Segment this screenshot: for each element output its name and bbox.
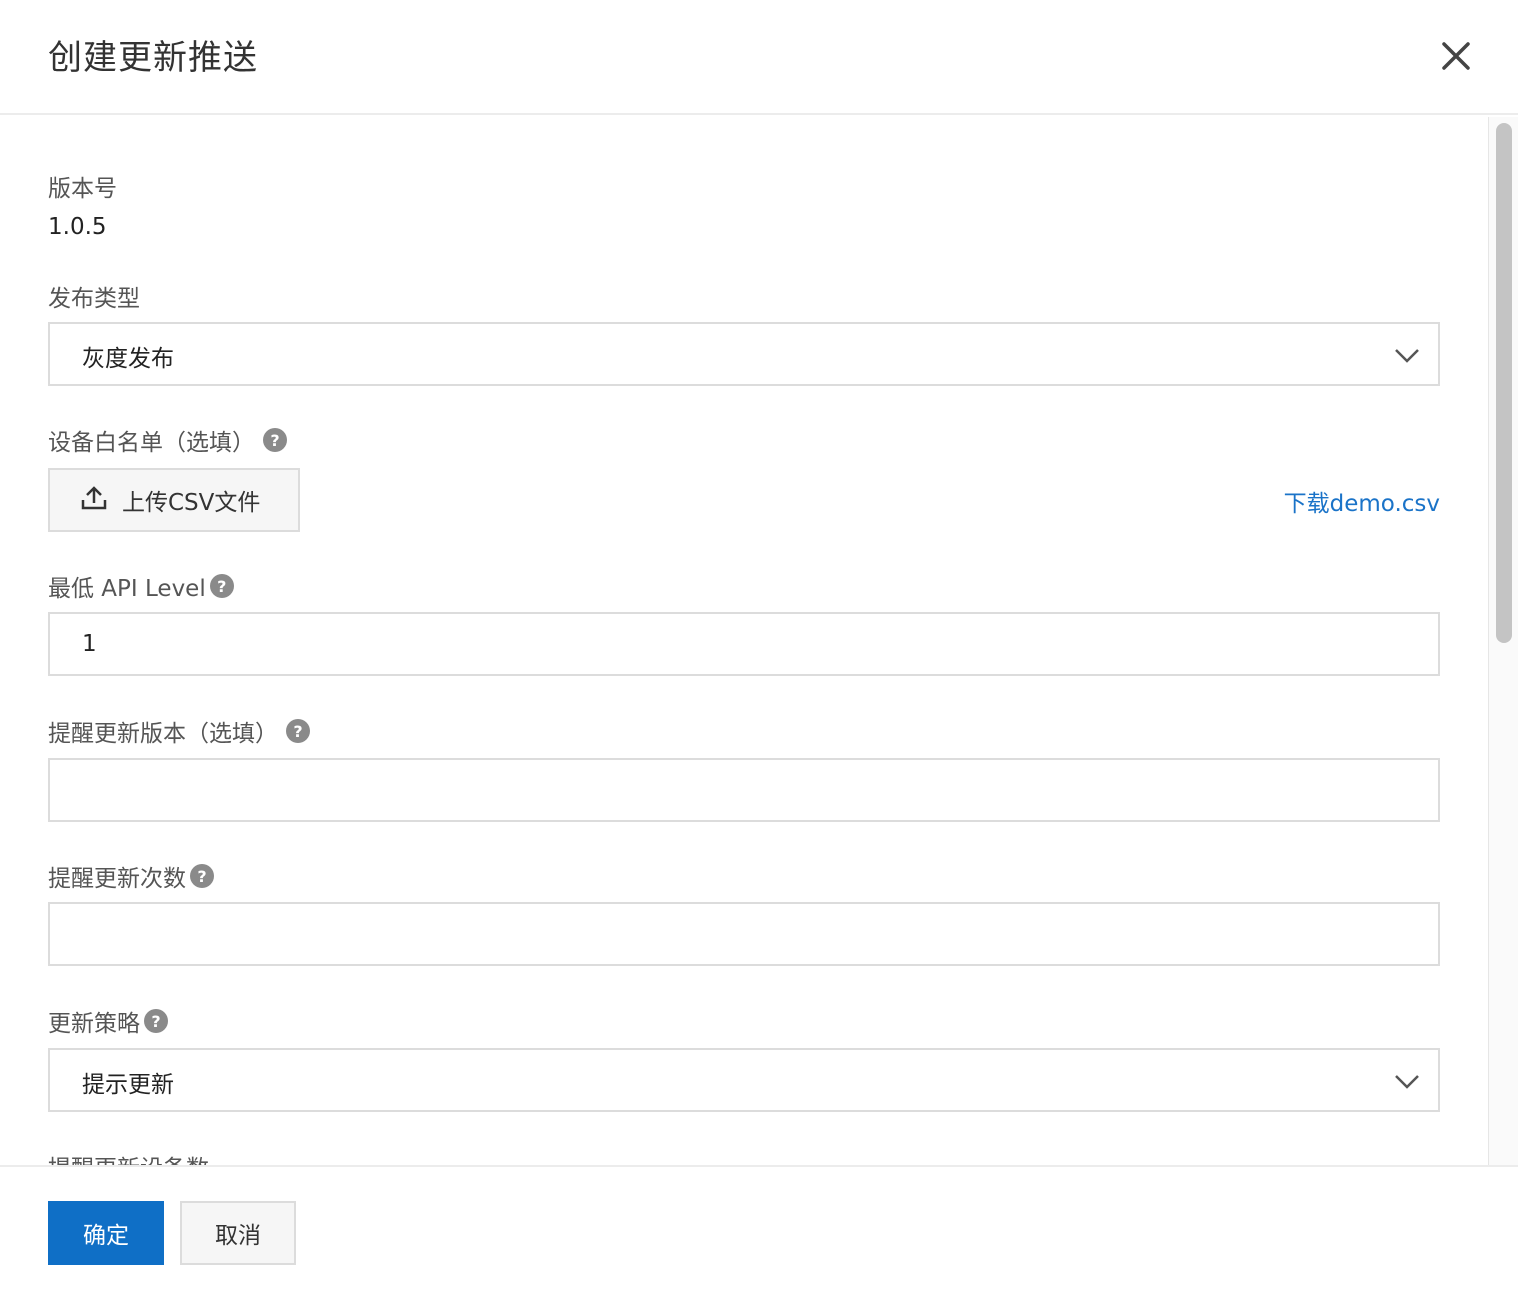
strategy-value: 提示更新 [82,1072,174,1098]
remind-version-label-row: 提醒更新版本（选填） ? [48,714,310,748]
strategy-select[interactable]: 提示更新 [48,1048,1440,1112]
remind-version-input[interactable] [50,760,1438,820]
scrollbar-thumb[interactable] [1496,123,1512,643]
remind-count-label: 提醒更新次数 [48,866,186,892]
whitelist-label: 设备白名单（选填） [48,430,255,456]
release-type-select[interactable]: 灰度发布 [48,322,1440,386]
help-icon[interactable]: ? [209,574,234,598]
remind-count-input[interactable] [50,904,1438,964]
release-type-value: 灰度发布 [82,346,174,372]
upload-csv-button[interactable]: 上传CSV文件 [48,468,300,532]
chevron-down-icon [1392,340,1422,370]
remind-version-field[interactable] [48,758,1440,822]
version-label: 版本号 [48,176,117,202]
version-value: 1.0.5 [48,214,107,240]
upload-icon [80,484,108,516]
close-icon[interactable] [1436,36,1476,76]
help-icon[interactable]: ? [144,1009,168,1033]
help-icon[interactable]: ? [263,428,287,452]
confirm-button[interactable]: 确定 [48,1201,164,1265]
scrollbar-track[interactable] [1488,117,1518,1165]
cancel-button[interactable]: 取消 [180,1201,296,1265]
chevron-down-icon [1392,1066,1422,1096]
strategy-label-row: 更新策略 ? [48,1004,168,1038]
release-type-label: 发布类型 [48,286,140,312]
dialog-footer: 确定 取消 [0,1165,1518,1290]
min-api-label: 最低 API Level [48,576,206,602]
remind-count-label-row: 提醒更新次数 ? [48,859,214,893]
remind-devices-label: 提醒更新设备数 [48,1149,209,1165]
strategy-label: 更新策略 [48,1011,140,1037]
min-api-field[interactable] [48,612,1440,676]
remind-version-label: 提醒更新版本（选填） [48,721,278,747]
dialog-header: 创建更新推送 [0,0,1518,115]
remind-count-field[interactable] [48,902,1440,966]
whitelist-label-row: 设备白名单（选填） ? [48,423,287,457]
dialog-title: 创建更新推送 [48,38,258,78]
upload-csv-label: 上传CSV文件 [122,490,261,516]
min-api-label-row: 最低 API Level ? [48,569,234,603]
help-icon[interactable]: ? [190,864,214,888]
download-demo-link[interactable]: 下载demo.csv [1284,484,1440,518]
dialog-body: 版本号 1.0.5 发布类型 灰度发布 设备白名单（选填） ? 上传CSV文件 … [0,117,1518,1165]
min-api-input[interactable] [50,614,1438,674]
help-icon[interactable]: ? [286,719,310,743]
